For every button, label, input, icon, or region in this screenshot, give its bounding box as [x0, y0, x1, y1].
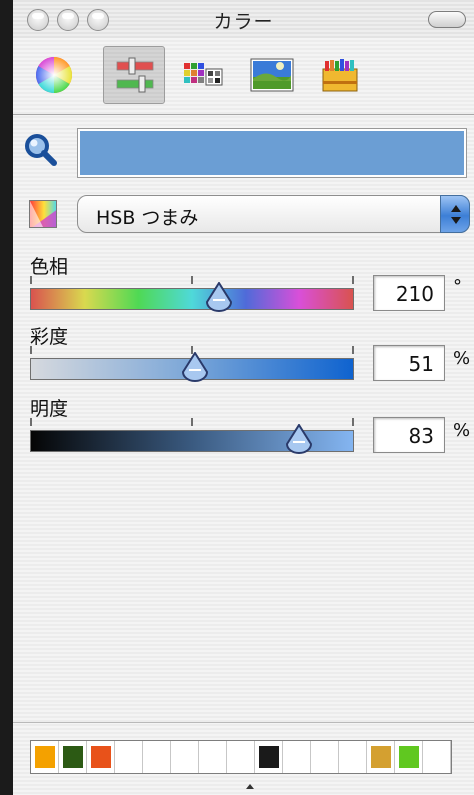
- swatch-color: [399, 746, 419, 768]
- hue-value-field[interactable]: 210: [373, 275, 445, 311]
- swatch-color: [371, 746, 391, 768]
- color-wheel-icon: [35, 56, 73, 94]
- slider-mode-popup[interactable]: HSB つまみ: [77, 195, 470, 233]
- color-swatch-strip: [30, 740, 452, 774]
- toolbar-toggle-button[interactable]: [428, 11, 466, 28]
- saturation-label: 彩度: [30, 326, 69, 348]
- swatch-cell[interactable]: [143, 741, 171, 773]
- brightness-slider-thumb[interactable]: [285, 424, 313, 454]
- magnifier-icon[interactable]: [23, 132, 59, 168]
- saturation-value: 51: [408, 352, 434, 376]
- hue-ticks: [30, 276, 354, 286]
- slider-mode-label: HSB つまみ: [96, 207, 199, 229]
- swatch-cell[interactable]: [59, 741, 87, 773]
- hue-label: 色相: [30, 256, 69, 278]
- brightness-value-field[interactable]: 83: [373, 417, 445, 453]
- swatch-cell[interactable]: [115, 741, 143, 773]
- title-bar: カラー: [13, 0, 474, 38]
- swatch-cell[interactable]: [339, 741, 367, 773]
- image-palettes-tab[interactable]: [239, 46, 301, 104]
- swatch-color: [35, 746, 55, 768]
- swatch-cell[interactable]: [227, 741, 255, 773]
- swatch-cell[interactable]: [423, 741, 451, 773]
- popup-arrows-icon: [440, 195, 470, 233]
- swatch-color: [91, 746, 111, 768]
- swatch-color: [63, 746, 83, 768]
- swatch-cell[interactable]: [367, 741, 395, 773]
- swatch-cell[interactable]: [171, 741, 199, 773]
- brightness-unit: %: [453, 420, 471, 441]
- swatch-cell[interactable]: [255, 741, 283, 773]
- swatch-cell[interactable]: [283, 741, 311, 773]
- sliders-icon: [116, 57, 154, 93]
- hue-slider-track[interactable]: [30, 288, 354, 310]
- crayons-icon: [322, 59, 358, 92]
- swatch-cell[interactable]: [87, 741, 115, 773]
- swatch-drawer-handle-icon[interactable]: [246, 784, 254, 789]
- landscape-image-icon: [250, 58, 294, 92]
- brightness-value: 83: [408, 424, 434, 448]
- swatch-cell[interactable]: [199, 741, 227, 773]
- color-wheel-tab[interactable]: [23, 46, 85, 104]
- color-panel-window: カラー HSB つまみ 色相 210 ° 彩度 51 % 明度 83 %: [13, 0, 474, 795]
- palette-grid-icon: [184, 63, 223, 86]
- brightness-label: 明度: [30, 398, 69, 420]
- color-profile-icon[interactable]: [29, 200, 57, 228]
- toolbar: [13, 38, 474, 115]
- hue-unit: °: [453, 276, 462, 297]
- hue-value: 210: [395, 282, 434, 306]
- saturation-unit: %: [453, 348, 471, 369]
- swatch-color: [259, 746, 279, 768]
- color-sliders-tab[interactable]: [103, 46, 165, 104]
- hue-slider-thumb[interactable]: [205, 282, 233, 312]
- swatch-cell[interactable]: [311, 741, 339, 773]
- swatch-divider: [13, 722, 474, 723]
- window-title: カラー: [213, 11, 274, 33]
- color-palettes-tab[interactable]: [171, 46, 233, 104]
- saturation-slider-thumb[interactable]: [181, 352, 209, 382]
- current-color-well[interactable]: [77, 128, 467, 178]
- swatch-cell[interactable]: [395, 741, 423, 773]
- crayons-tab[interactable]: [309, 46, 371, 104]
- saturation-value-field[interactable]: 51: [373, 345, 445, 381]
- swatch-cell[interactable]: [31, 741, 59, 773]
